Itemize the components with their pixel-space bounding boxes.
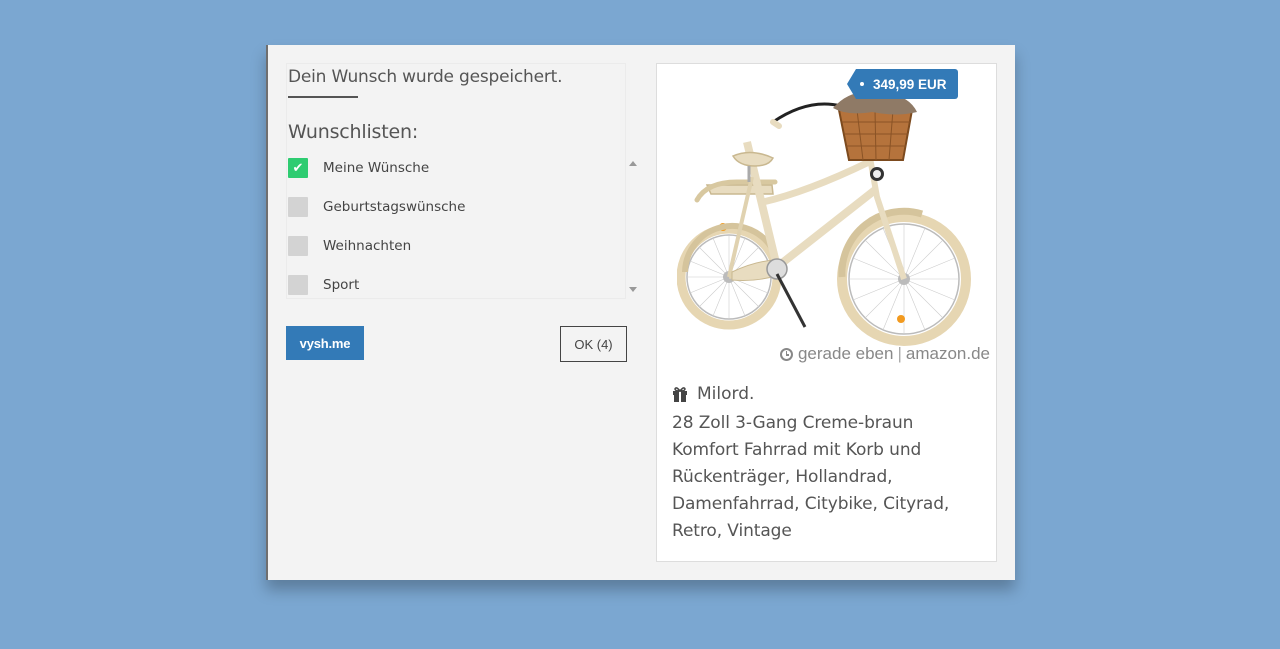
- wishlist-item-geburtstagswuensche[interactable]: Geburtstagswünsche: [288, 196, 465, 218]
- wishlists-heading: Wunschlisten:: [288, 121, 419, 143]
- scroll-up-arrow-icon[interactable]: [629, 161, 637, 166]
- product-brand: Milord.: [672, 384, 754, 404]
- wishlist-item-weihnachten[interactable]: Weihnachten: [288, 235, 411, 257]
- meta-separator: |: [897, 344, 902, 363]
- check-icon: ✔: [292, 160, 304, 176]
- time-added: gerade eben: [797, 344, 894, 363]
- wishlist-list[interactable]: ✔ Meine Wünsche Geburtstagswünsche Weihn…: [287, 156, 627, 298]
- checkbox-unchecked[interactable]: [288, 197, 308, 217]
- product-card[interactable]: 349,99 EUR gerade eben | amazon.de Milor…: [656, 63, 997, 562]
- wishlist-label: Geburtstagswünsche: [323, 199, 466, 215]
- vysh-me-button[interactable]: vysh.me: [286, 326, 364, 360]
- clock-icon: [779, 347, 793, 361]
- wish-saved-dialog: Dein Wunsch wurde gespeichert. Wunschlis…: [266, 45, 1015, 580]
- checkbox-unchecked[interactable]: [288, 236, 308, 256]
- shop-source[interactable]: amazon.de: [906, 344, 990, 364]
- saved-message: Dein Wunsch wurde gespeichert.: [288, 67, 563, 87]
- wishlist-box: Dein Wunsch wurde gespeichert. Wunschlis…: [286, 63, 637, 299]
- wishlist-panel: Dein Wunsch wurde gespeichert. Wunschlis…: [286, 63, 637, 362]
- title-underline: [288, 96, 358, 98]
- product-title[interactable]: 28 Zoll 3-Gang Creme-braun Komfort Fahrr…: [672, 410, 972, 545]
- wishlist-label: Weihnachten: [323, 238, 412, 254]
- wishlist-label: Sport: [323, 277, 360, 293]
- ok-button[interactable]: OK (4): [560, 326, 627, 362]
- product-meta: gerade eben | amazon.de: [779, 344, 990, 364]
- price-tag: 349,99 EUR: [847, 69, 958, 99]
- gift-icon: [673, 386, 687, 402]
- scroll-down-arrow-icon[interactable]: [629, 287, 637, 292]
- wishlist-item-sport[interactable]: Sport: [288, 274, 359, 296]
- brand-name: Milord.: [697, 384, 755, 404]
- wishlist-item-meine-wuensche[interactable]: ✔ Meine Wünsche: [288, 157, 429, 179]
- checkbox-unchecked[interactable]: [288, 275, 308, 295]
- product-image[interactable]: [677, 82, 977, 352]
- checkbox-checked[interactable]: ✔: [288, 158, 308, 178]
- wishlist-label: Meine Wünsche: [323, 160, 430, 176]
